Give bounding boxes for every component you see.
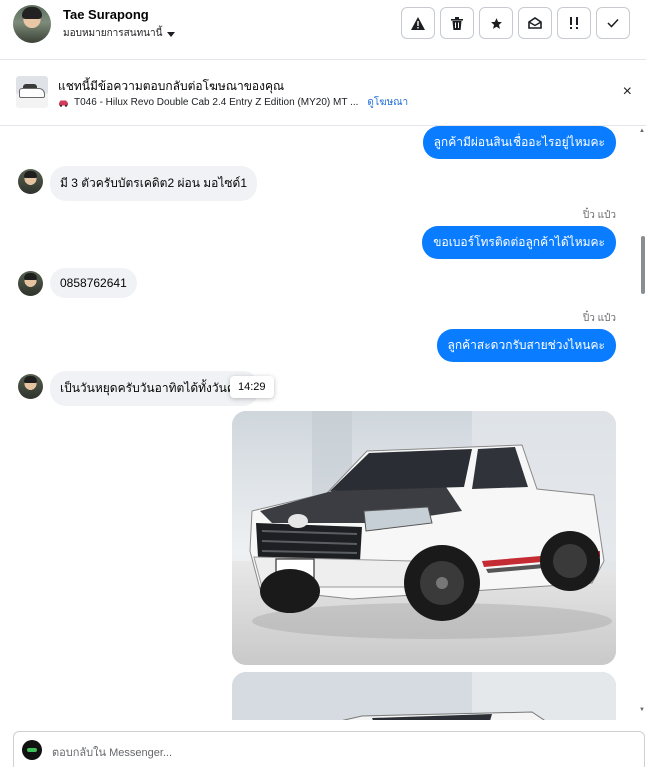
contact-name[interactable]: Tae Surapong: [63, 7, 149, 22]
ad-banner-title: แชทนี้มีข้อความตอบกลับต่อโฆษณาของคุณ: [58, 79, 285, 93]
contact-avatar-small: [18, 271, 43, 296]
car-icon: [59, 100, 68, 107]
pickup-truck-photo: [232, 411, 616, 665]
ad-banner-subtitle: T046 - Hilux Revo Double Cab 2.4 Entry Z…: [58, 95, 408, 110]
pickup-truck-photo: [232, 672, 616, 720]
view-ad-link[interactable]: ดูโฆษณา: [367, 95, 408, 110]
contact-avatar[interactable]: [13, 5, 51, 43]
scrollbar[interactable]: [640, 126, 646, 720]
mark-unread-button[interactable]: [518, 7, 552, 39]
page-avatar: [22, 740, 42, 760]
incoming-message[interactable]: มี 3 ตัวครับบัตรเคดิต2 ผ่อน มอไซด์1: [50, 166, 257, 201]
mark-done-button[interactable]: [596, 7, 630, 39]
outgoing-message[interactable]: ลูกค้ามีผ่อนสินเชื่ออะไรอยู่ไหมคะ: [422, 126, 616, 159]
delete-button[interactable]: [440, 7, 474, 39]
contact-avatar-small: [18, 374, 43, 399]
star-button[interactable]: [479, 7, 513, 39]
image-attachment[interactable]: [232, 411, 616, 665]
scroll-up-icon[interactable]: ▲: [639, 128, 645, 134]
contact-avatar-small: [18, 169, 43, 194]
incoming-message[interactable]: เป็นวันหยุดครับวันอาทิตได้ทั้งวันครับ: [50, 371, 259, 406]
star-icon: [490, 17, 502, 29]
assign-conversation-dropdown[interactable]: มอบหมายการสนทนานี้: [63, 26, 176, 41]
warning-icon: [411, 16, 425, 30]
scroll-down-icon[interactable]: ▼: [639, 707, 645, 713]
follow-up-button[interactable]: [557, 7, 591, 39]
mark-unread-icon: [528, 17, 542, 29]
close-icon[interactable]: ×: [623, 83, 632, 101]
caret-down-icon: [167, 32, 176, 37]
assign-label: มอบหมายการสนทนานี้: [63, 28, 163, 39]
image-attachment[interactable]: [232, 672, 616, 720]
reply-composer[interactable]: ตอบกลับใน Messenger...: [13, 731, 645, 767]
outgoing-message[interactable]: ลูกค้าสะดวกรับสายช่วงไหนคะ: [436, 329, 616, 362]
outgoing-message[interactable]: ขอเบอร์โทรติดต่อลูกค้าได้ไหมคะ: [422, 226, 616, 259]
spam-button[interactable]: [401, 7, 435, 39]
trash-icon: [451, 16, 463, 30]
incoming-message[interactable]: 0858762641: [50, 268, 137, 298]
ad-reply-banner: แชทนี้มีข้อความตอบกลับต่อโฆษณาของคุณ T04…: [0, 60, 646, 126]
sender-name: ปิ๋ว แป๋ว: [582, 210, 616, 221]
scrollbar-thumb[interactable]: [641, 236, 645, 294]
ad-name: T046 - Hilux Revo Double Cab 2.4 Entry Z…: [74, 97, 359, 108]
ad-thumbnail[interactable]: [16, 76, 48, 108]
conversation-header: Tae Surapong มอบหมายการสนทนานี้: [0, 0, 646, 60]
header-actions: [401, 7, 630, 39]
sender-name: ปิ๋ว แป๋ว: [582, 313, 616, 324]
message-thread[interactable]: ลูกค้ามีผ่อนสินเชื่ออะไรอยู่ไหมคะ มี 3 ต…: [0, 126, 640, 720]
check-icon: [607, 18, 619, 28]
follow-up-icon: [570, 17, 578, 29]
timestamp-tooltip: 14:29: [230, 376, 274, 398]
reply-input[interactable]: ตอบกลับใน Messenger...: [52, 743, 172, 761]
